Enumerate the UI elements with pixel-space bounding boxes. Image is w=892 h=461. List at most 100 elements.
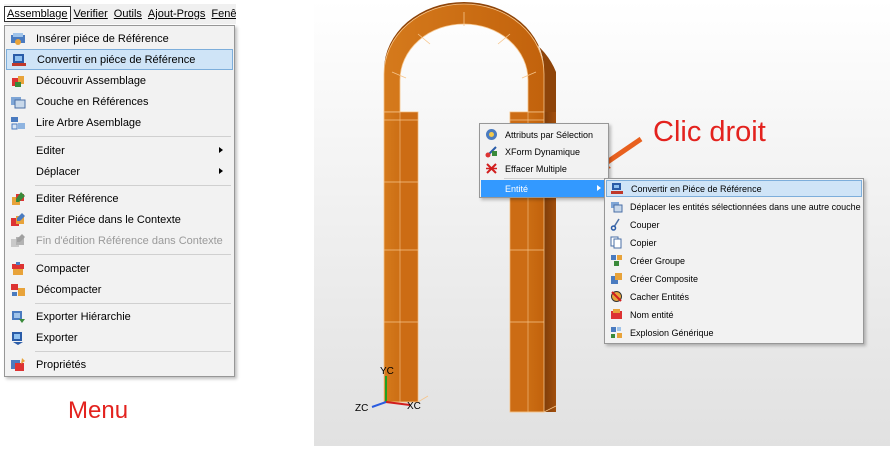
submenu-item-explosion[interactable]: Explosion Générique <box>606 324 862 341</box>
context-item-effacer[interactable]: Effacer Multiple <box>481 160 607 177</box>
menu-item-convertir-reference[interactable]: Convertir en piéce de Référence <box>6 49 233 70</box>
menu-item-label: Insérer piéce de Référence <box>36 32 169 45</box>
submenu-item-deplacer-couche[interactable]: Déplacer les entités sélectionnées dans … <box>606 198 862 215</box>
menu-item-editer-contexte[interactable]: Editer Piéce dans le Contexte <box>6 209 233 230</box>
insert-part-icon <box>6 28 30 49</box>
entite-submenu: Convertir en Piéce de Référence Déplacer… <box>604 178 864 344</box>
menu-item-deplacer[interactable]: Déplacer <box>6 161 233 182</box>
assemblage-dropdown: Insérer piéce de Référence Convertir en … <box>4 25 235 377</box>
menu-verifier[interactable]: Verifier <box>71 6 111 22</box>
submenu-arrow-icon <box>219 147 223 153</box>
context-item-label: Entité <box>505 183 529 194</box>
compact-icon <box>6 258 30 279</box>
move-layer-icon <box>606 198 626 215</box>
submenu-item-label: Nom entité <box>630 309 674 320</box>
submenu-item-label: Convertir en Piéce de Référence <box>631 183 762 194</box>
menu-item-label: Couche en Références <box>36 95 149 108</box>
axis-label-x: XC <box>407 401 421 412</box>
submenu-item-cacher[interactable]: Cacher Entités <box>606 288 862 305</box>
menu-item-label: Editer Piéce dans le Contexte <box>36 213 181 226</box>
context-item-xform[interactable]: XForm Dynamique <box>481 143 607 160</box>
submenu-item-couper[interactable]: Couper <box>606 216 862 233</box>
properties-icon <box>6 354 30 375</box>
submenu-item-label: Couper <box>630 219 660 230</box>
explode-icon <box>606 324 626 341</box>
menu-item-editer-reference[interactable]: Editer Référence <box>6 188 233 209</box>
decompact-icon <box>6 279 30 300</box>
submenu-item-label: Créer Composite <box>630 273 699 284</box>
menu-item-label: Convertir en piéce de Référence <box>37 53 196 66</box>
submenu-item-label: Cacher Entités <box>630 291 690 302</box>
edit-in-context-icon <box>6 209 30 230</box>
context-item-label: Attributs par Sélection <box>505 129 594 140</box>
hide-entities-icon <box>606 288 626 305</box>
submenu-item-label: Copier <box>630 237 657 248</box>
export-icon <box>6 327 30 348</box>
menu-item-exporter-hierarchie[interactable]: Exporter Hiérarchie <box>6 306 233 327</box>
menu-assemblage[interactable]: Assemblage <box>4 6 71 22</box>
submenu-item-label: Créer Groupe <box>630 255 686 266</box>
read-tree-icon <box>6 112 30 133</box>
export-hierarchy-icon <box>6 306 30 327</box>
menu-caption: Menu <box>68 397 129 424</box>
menu-item-inserer-piece[interactable]: Insérer piéce de Référence <box>6 28 233 49</box>
menu-item-label: Lire Arbre Asemblage <box>36 116 142 129</box>
menu-fenetre[interactable]: Fenêtre <box>208 6 236 22</box>
context-item-entite[interactable]: Entité <box>481 180 607 197</box>
menu-ajout-progs[interactable]: Ajout-Progs <box>145 6 208 22</box>
submenu-arrow-icon <box>597 185 601 191</box>
menu-item-fin-edition[interactable]: Fin d'édition Référence dans Contexte <box>6 230 233 251</box>
menu-item-label: Découvrir Assemblage <box>36 74 147 87</box>
menu-item-decouvrir-assemblage[interactable]: Découvrir Assemblage <box>6 70 233 91</box>
menu-item-editer[interactable]: Editer <box>6 140 233 161</box>
context-separator <box>504 178 606 179</box>
menu-separator <box>35 185 231 186</box>
layer-references-icon <box>6 91 30 112</box>
menu-item-couche-references[interactable]: Couche en Références <box>6 91 233 112</box>
axis-label-y: YC <box>380 366 394 377</box>
erase-multiple-icon <box>481 160 501 177</box>
menu-item-label: Compacter <box>36 262 90 275</box>
menubar: Assemblage Verifier Outils Ajout-Progs F… <box>4 4 236 24</box>
menu-item-exporter[interactable]: Exporter <box>6 327 233 348</box>
menu-item-label: Editer <box>36 144 65 157</box>
submenu-item-creer-groupe[interactable]: Créer Groupe <box>606 252 862 269</box>
menu-separator <box>35 254 231 255</box>
entity-name-icon <box>606 306 626 323</box>
menu-item-lire-arbre[interactable]: Lire Arbre Asemblage <box>6 112 233 133</box>
menu-item-decompacter[interactable]: Décompacter <box>6 279 233 300</box>
context-item-attributs[interactable]: Attributs par Sélection <box>481 126 607 143</box>
submenu-item-label: Déplacer les entités sélectionnées dans … <box>630 201 861 212</box>
submenu-item-creer-composite[interactable]: Créer Composite <box>606 270 862 287</box>
submenu-item-nom-entite[interactable]: Nom entité <box>606 306 862 323</box>
menu-item-proprietes[interactable]: Propriétés <box>6 354 233 375</box>
menu-item-compacter[interactable]: Compacter <box>6 258 233 279</box>
create-group-icon <box>606 252 626 269</box>
attributes-icon <box>481 126 501 143</box>
convert-reference-icon <box>7 49 31 70</box>
menu-separator <box>35 303 231 304</box>
context-item-label: Effacer Multiple <box>505 163 567 174</box>
context-menu: Attributs par Sélection XForm Dynamique … <box>479 123 609 198</box>
submenu-arrow-icon <box>219 168 223 174</box>
menu-item-label: Exporter Hiérarchie <box>36 310 131 323</box>
menu-item-label: Propriétés <box>36 358 87 371</box>
copy-icon <box>606 234 626 251</box>
menu-item-label: Fin d'édition Référence dans Contexte <box>36 234 223 247</box>
cut-icon <box>606 216 626 233</box>
submenu-item-label: Explosion Générique <box>630 327 714 338</box>
xform-icon <box>481 143 501 160</box>
menu-separator <box>35 136 231 137</box>
edit-reference-icon <box>6 188 30 209</box>
menu-separator <box>35 351 231 352</box>
menu-item-label: Editer Référence <box>36 192 119 205</box>
end-edit-icon <box>6 230 30 251</box>
axis-label-z: ZC <box>355 403 369 414</box>
menu-outils[interactable]: Outils <box>111 6 145 22</box>
menu-item-label: Décompacter <box>36 283 102 296</box>
convert-reference-icon <box>607 180 627 197</box>
discover-assembly-icon <box>6 70 30 91</box>
submenu-item-copier[interactable]: Copier <box>606 234 862 251</box>
clic-droit-caption: Clic droit <box>653 116 766 148</box>
submenu-item-convertir[interactable]: Convertir en Piéce de Référence <box>606 180 862 197</box>
